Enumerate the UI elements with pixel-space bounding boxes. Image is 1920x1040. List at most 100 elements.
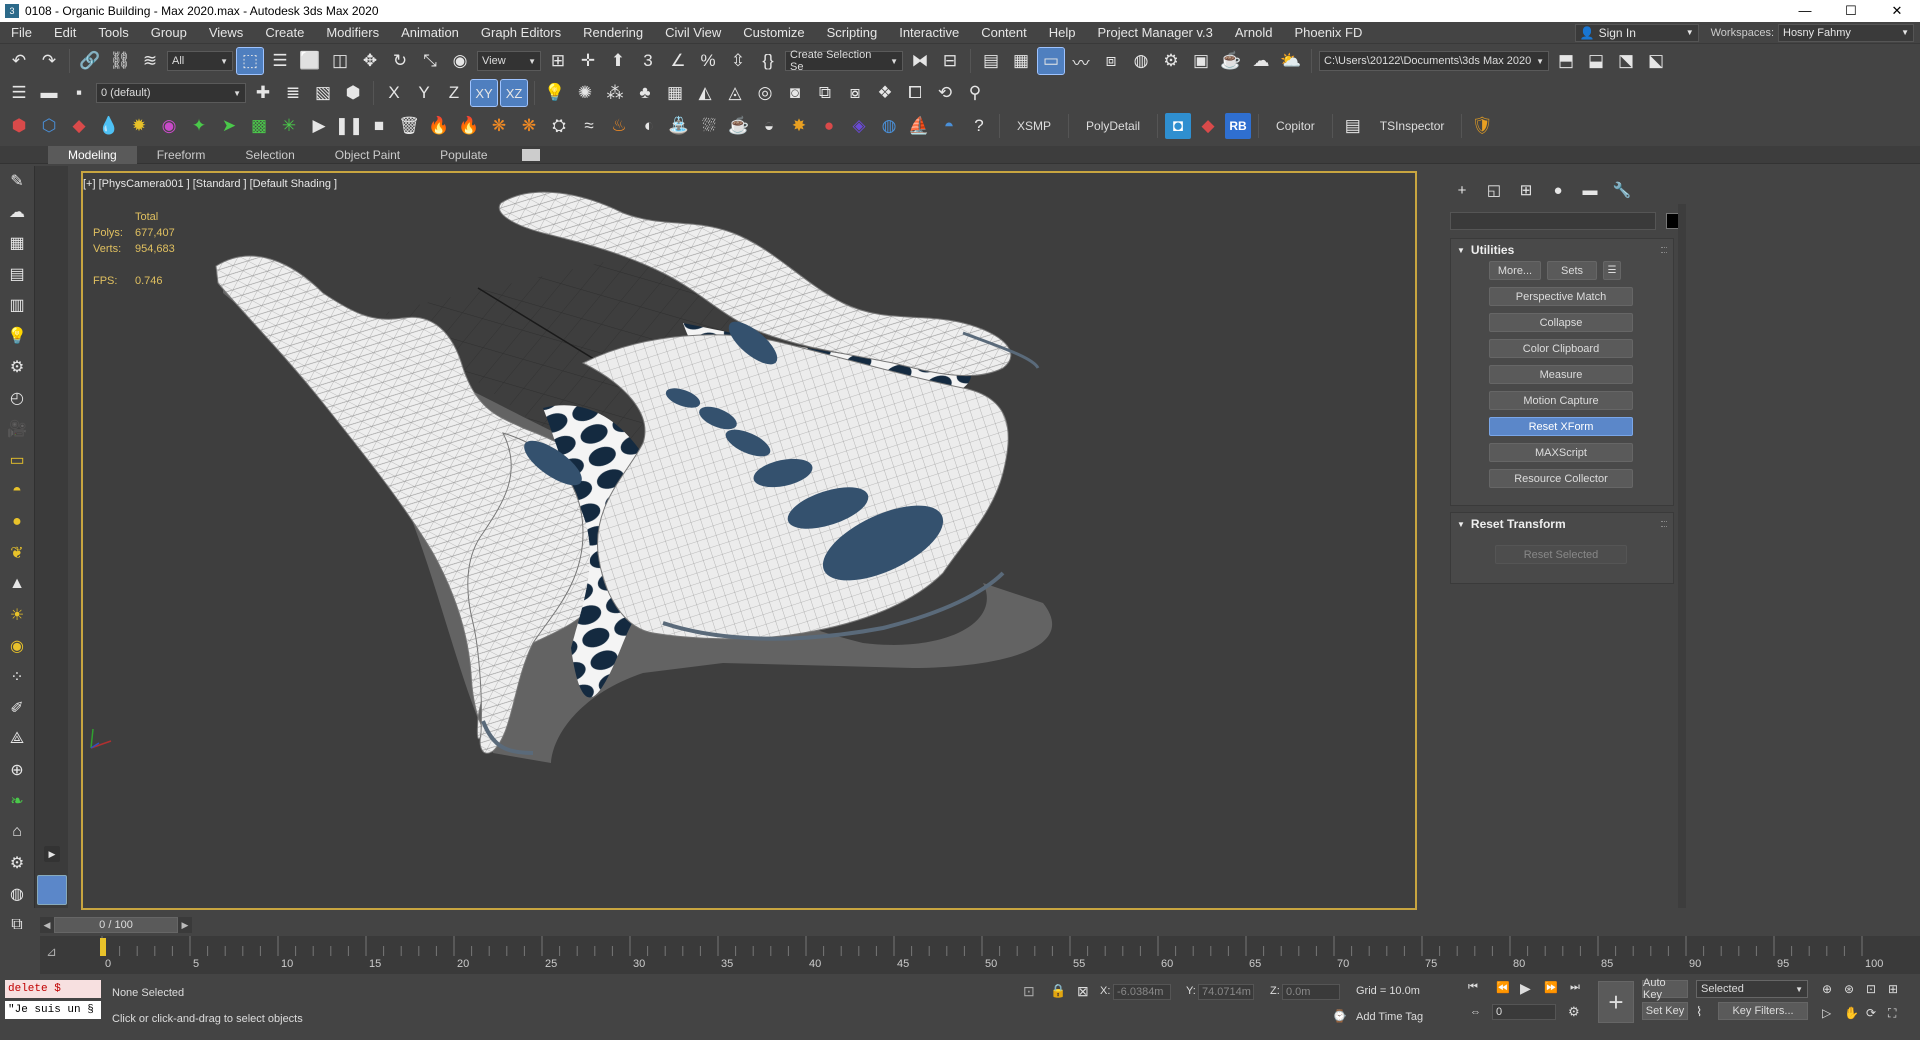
move-icon[interactable]: ✥ [357, 48, 383, 74]
help-icon[interactable]: ? [966, 113, 992, 139]
menu-customize[interactable]: Customize [732, 25, 815, 40]
box-primitive-icon[interactable]: ▭ [4, 447, 30, 473]
rb-button[interactable]: RB [1225, 113, 1252, 139]
utilities-tab-icon[interactable]: 🔧 [1610, 178, 1634, 202]
brush-icon[interactable]: ✐ [4, 695, 30, 721]
scene-explorer-icon[interactable]: ▤ [978, 48, 1004, 74]
rectangular-selection-icon[interactable]: ⬜ [297, 48, 323, 74]
menu-modifiers[interactable]: Modifiers [315, 25, 390, 40]
add-time-tag-button[interactable]: Add Time Tag [1356, 1011, 1423, 1023]
modify-icon[interactable]: ☁ [4, 199, 30, 225]
layer-stack-icon[interactable]: ≣ [280, 80, 306, 106]
pan-view-icon[interactable]: ✋ [1844, 1006, 1859, 1020]
scale-icon[interactable]: ⤡ [417, 48, 443, 74]
more-button[interactable]: More... [1489, 261, 1541, 280]
reference-coordinate-dropdown[interactable]: View ▼ [477, 51, 541, 71]
auto-key-button[interactable]: Auto Key [1642, 977, 1688, 1001]
project-open-icon[interactable]: ⬔ [1613, 48, 1639, 74]
menu-tools[interactable]: Tools [87, 25, 139, 40]
workspace-dropdown[interactable]: Hosny Fahmy ▼ [1778, 23, 1914, 42]
next-frame-icon[interactable]: ⏩ [1544, 981, 1558, 994]
phoenix-foam-icon[interactable]: ⛆ [696, 113, 722, 139]
polydetail-button[interactable]: PolyDetail [1076, 114, 1150, 138]
phoenix-flame-icon[interactable]: ❋ [486, 113, 512, 139]
set-key-big-icon[interactable]: + [1598, 981, 1634, 1023]
arrow-plugin-icon[interactable]: ➤ [216, 113, 242, 139]
plugin-tool-2-icon[interactable]: ◬ [722, 80, 748, 106]
phoenix-liquid-icon[interactable]: ⛲ [666, 113, 692, 139]
orb-plugin-icon[interactable]: ◉ [156, 113, 182, 139]
menu-content[interactable]: Content [970, 25, 1038, 40]
named-selection-dropdown[interactable]: Create Selection Se ▼ [785, 49, 903, 73]
track-bar[interactable]: ⊿ 0 5 10 15 20 25 30 35 40 45 50 55 60 65 70 75 80 85 90 95… [40, 936, 1920, 974]
phoenix-red-icon[interactable]: ● [816, 113, 842, 139]
angle-snap-icon[interactable]: ∠ [665, 48, 691, 74]
sets-button[interactable]: Sets [1547, 261, 1597, 280]
configure-button-sets-icon[interactable]: ☰ [1603, 261, 1621, 280]
phoenix-purple-icon[interactable]: ◈ [846, 113, 872, 139]
pivot-center-icon[interactable]: ⊞ [545, 48, 571, 74]
maximize-viewport-icon[interactable]: ⛶ [1888, 1006, 1896, 1021]
cone-primitive-icon[interactable]: ▲ [4, 571, 30, 597]
window-crossing-icon[interactable]: ◫ [327, 48, 353, 74]
select-layer-icon[interactable]: ▧ [310, 80, 336, 106]
selection-filter-dropdown[interactable]: All ▼ [167, 51, 233, 71]
water-plugin-icon[interactable]: 💧 [96, 113, 122, 139]
render-cloud-icon[interactable]: ⛅ [1278, 48, 1304, 74]
hf-icon[interactable]: ⌂ [4, 819, 30, 845]
go-to-start-icon[interactable]: ⏮ [1468, 981, 1478, 994]
plugin-tool-10-icon[interactable]: ⚲ [962, 80, 988, 106]
light-bulb-icon[interactable]: 💡 [4, 323, 30, 349]
menu-arnold[interactable]: Arnold [1224, 25, 1284, 40]
plugin-tool-4-icon[interactable]: ◙ [782, 80, 808, 106]
sun-light-icon[interactable]: ☀ [4, 602, 30, 628]
globe-icon[interactable]: ⊕ [4, 757, 30, 783]
tab-freeform[interactable]: Freeform [137, 146, 226, 164]
maxscript-listener-output[interactable]: delete $ [5, 980, 101, 998]
curve-editor-icon[interactable]: 〰 [1068, 48, 1094, 74]
undo-icon[interactable]: ↶ [6, 48, 32, 74]
plugin-tool-3-icon[interactable]: ◎ [752, 80, 778, 106]
globe-plugin-icon[interactable]: ✦ [186, 113, 212, 139]
orbit-icon[interactable]: ⟳ [1866, 1006, 1876, 1020]
display-tab-icon[interactable]: ▬ [1578, 178, 1602, 202]
current-frame-field[interactable]: 0 [1492, 1004, 1556, 1020]
plugin-tool-icon[interactable]: ◭ [692, 80, 718, 106]
layers-icon[interactable]: ☰ [6, 80, 32, 106]
key-mode-toggle-icon[interactable]: ⇔ [1470, 1006, 1481, 1018]
menu-graph-editors[interactable]: Graph Editors [470, 25, 572, 40]
layer-dropdown[interactable]: 0 (default) ▼ [96, 83, 246, 103]
x-coordinate-field[interactable]: -6.0384m [1113, 984, 1171, 1000]
menu-edit[interactable]: Edit [43, 25, 87, 40]
grid-tool-icon[interactable]: ▦ [662, 80, 688, 106]
gear-icon[interactable]: ⚙ [4, 850, 30, 876]
expand-arrow-icon[interactable]: ▶ [44, 846, 60, 862]
layer-properties-icon[interactable]: ⬢ [340, 80, 366, 106]
project-folder-icon[interactable]: ⬒ [1553, 48, 1579, 74]
percent-snap-icon[interactable]: % [695, 48, 721, 74]
plugin-tool-5-icon[interactable]: ⧉ [812, 80, 838, 106]
maxscript-listener-input[interactable]: "Je suis un § [5, 1001, 101, 1019]
select-by-name-icon[interactable]: ☰ [267, 48, 293, 74]
object-name-field[interactable] [1450, 212, 1656, 230]
motion-capture-button[interactable]: Motion Capture [1489, 391, 1633, 410]
shield-plugin-icon[interactable]: 🛡 [1469, 113, 1495, 139]
material-editor-icon[interactable]: ◍ [1128, 48, 1154, 74]
pause-icon[interactable]: ❚❚ [335, 113, 364, 139]
maxscript-button[interactable]: MAXScript [1489, 443, 1633, 462]
time-configuration-icon[interactable]: ⚙ [1568, 1004, 1580, 1020]
spinner-snap-icon[interactable]: ⇳ [725, 48, 751, 74]
phoenix-explosion-icon[interactable]: ✸ [786, 113, 812, 139]
mini-curve-editor-icon[interactable]: ⊿ [46, 944, 57, 960]
layer-explorer-icon[interactable]: ▦ [1008, 48, 1034, 74]
tab-selection[interactable]: Selection [225, 146, 314, 164]
menu-civil-view[interactable]: Civil View [654, 25, 732, 40]
time-slider-next-icon[interactable]: ▶ [178, 917, 192, 933]
toggle-ribbon-icon[interactable]: ▭ [1037, 47, 1065, 75]
phoenix-wind-icon[interactable]: ≈ [576, 113, 602, 139]
hierarchy-icon[interactable]: ▦ [4, 230, 30, 256]
phoenix-fire-icon[interactable]: 🔥 [426, 113, 452, 139]
plugin-tool-7-icon[interactable]: ❖ [872, 80, 898, 106]
pyramid-icon[interactable]: ⟁ [4, 726, 30, 752]
schematic-view-icon[interactable]: ⧈ [1098, 48, 1124, 74]
